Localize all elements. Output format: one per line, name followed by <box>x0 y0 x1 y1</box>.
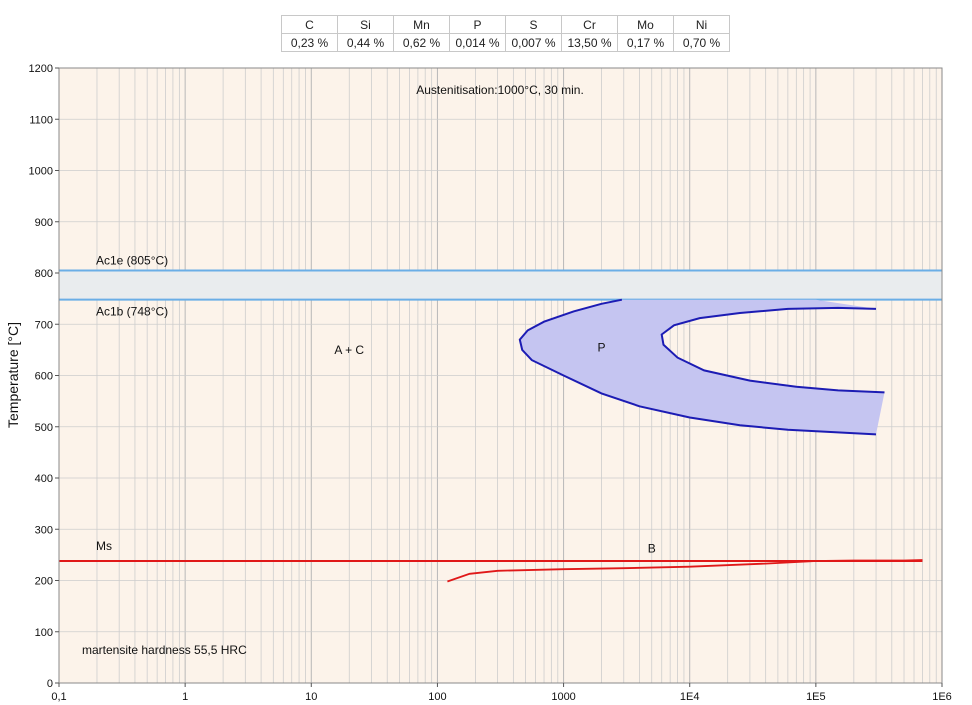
x-tick-label: 1 <box>182 691 188 703</box>
y-tick-label: 400 <box>35 473 53 485</box>
y-tick-label: 900 <box>35 217 53 229</box>
x-tick-label: 1E4 <box>680 691 700 703</box>
y-tick-label: 300 <box>35 524 53 536</box>
ms-label: Ms <box>96 539 112 553</box>
ac-band <box>59 270 942 300</box>
x-tick-label: 10 <box>305 691 317 703</box>
y-tick-label: 1200 <box>29 63 53 75</box>
x-tick-label: 1E6 <box>932 691 952 703</box>
cct-diagram: 0100200300400500600700800900100011001200… <box>5 63 952 703</box>
x-tick-label: 1000 <box>551 691 575 703</box>
region-label: P <box>598 340 606 354</box>
y-tick-label: 100 <box>35 627 53 639</box>
region-label: A + C <box>334 343 364 357</box>
x-tick-label: 100 <box>428 691 446 703</box>
ac1e-label: Ac1e (805°C) <box>96 253 168 267</box>
y-tick-label: 200 <box>35 576 53 588</box>
ac1b-label: Ac1b (748°C) <box>96 305 168 319</box>
y-tick-label: 600 <box>35 371 53 383</box>
y-tick-label: 700 <box>35 319 53 331</box>
y-tick-label: 0 <box>47 678 53 690</box>
ac-band-group <box>59 269 942 301</box>
x-tick-label: 1E5 <box>806 691 826 703</box>
region-label: B <box>648 542 656 556</box>
y-tick-label: 1100 <box>29 114 53 126</box>
x-axis-ticks: 0,1 1 10 100 1000 1E4 1E5 1E6 <box>51 683 952 703</box>
y-axis-ticks: 0 100 200 300 400 500 600 700 800 900 1000 1100 1200 <box>29 63 59 690</box>
y-tick-label: 500 <box>35 422 53 434</box>
martensite-hardness-note: martensite hardness 55,5 HRC <box>82 643 247 657</box>
chart-title: Austenitisation:1000°C, 30 min. <box>416 83 584 97</box>
y-tick-label: 1000 <box>29 166 53 178</box>
y-axis-label: Temperature [°C] <box>5 322 21 428</box>
y-tick-label: 800 <box>35 268 53 280</box>
x-tick-label: 0,1 <box>51 691 66 703</box>
